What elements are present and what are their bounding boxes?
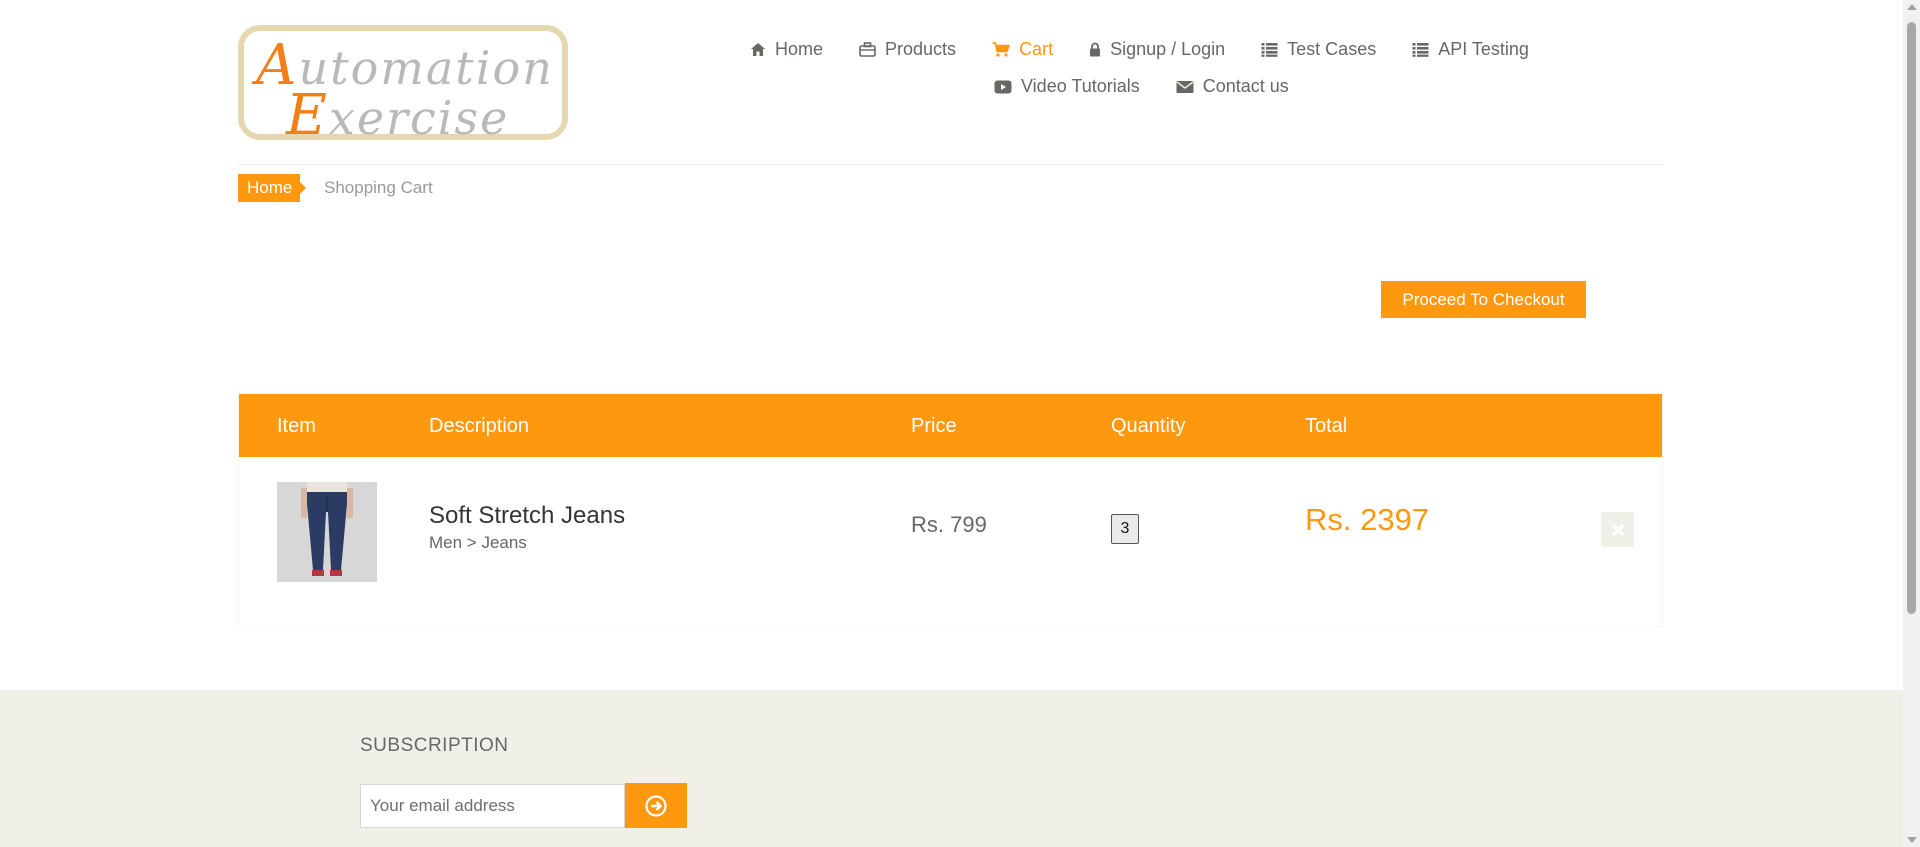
nav-contact-us-link[interactable]: Contact us [1176, 76, 1289, 97]
nav-api-testing-label: API Testing [1438, 39, 1529, 59]
close-icon [1611, 523, 1624, 536]
logo-cap-e: E [286, 83, 329, 148]
logo-line-2: Exercise [286, 83, 509, 148]
subscription-title: SUBSCRIPTION [360, 735, 509, 756]
list-icon [1261, 43, 1278, 57]
nav-api-testing-link[interactable]: API Testing [1412, 39, 1529, 60]
nav-home-label: Home [775, 39, 824, 59]
breadcrumb-home-link[interactable]: Home [238, 174, 307, 202]
proceed-to-checkout-button[interactable]: Proceed To Checkout [1381, 281, 1586, 318]
breadcrumb-current: Shopping Cart [324, 178, 433, 197]
page-scrollbar[interactable] [1903, 0, 1920, 847]
youtube-play-icon [994, 80, 1012, 93]
envelope-icon [1176, 80, 1194, 93]
header-description: Description [429, 415, 530, 437]
product-price: Rs. 799 [911, 512, 987, 537]
nav-home-link[interactable]: Home [750, 39, 823, 60]
nav-products-link[interactable]: Products [859, 39, 956, 60]
shopping-cart-icon [992, 42, 1011, 57]
site-logo[interactable]: Automation Exercise [238, 25, 568, 148]
nav-video-tutorials-label: Video Tutorials [1021, 76, 1140, 96]
cart-table-header: Item Description Price Quantity Total [239, 394, 1662, 457]
jeans-image-icon [277, 482, 377, 582]
scroll-up-arrow-icon[interactable] [1907, 4, 1917, 10]
list-icon [1412, 43, 1429, 57]
nav-video-tutorials-link[interactable]: Video Tutorials [994, 76, 1140, 97]
home-icon [751, 43, 765, 56]
nav-test-cases-label: Test Cases [1287, 39, 1377, 59]
cart-table: Item Description Price Quantity Total So… [238, 393, 1663, 627]
header-price: Price [911, 415, 957, 437]
nav-cart-label: Cart [1019, 39, 1054, 59]
scrollbar-thumb[interactable] [1907, 22, 1916, 614]
header-divider [238, 164, 1663, 165]
subscribe-button[interactable] [625, 783, 687, 828]
product-quantity[interactable]: 3 [1111, 514, 1139, 544]
lock-icon [1090, 42, 1101, 57]
product-category: Men > Jeans [429, 533, 527, 552]
nav-signup-login-label: Signup / Login [1110, 39, 1226, 59]
product-total: Rs. 2397 [1305, 502, 1430, 537]
delete-item-button[interactable] [1601, 512, 1634, 547]
main-nav-row-2: Video Tutorials Contact us [994, 76, 1325, 97]
nav-cart-link[interactable]: Cart [992, 39, 1053, 60]
nav-test-cases-link[interactable]: Test Cases [1261, 39, 1376, 60]
main-nav-row-1: Home Products Cart Signup / Login Test C… [750, 39, 1565, 60]
briefcase-icon [859, 42, 876, 57]
scroll-down-arrow-icon[interactable] [1907, 837, 1917, 843]
header-total: Total [1305, 415, 1348, 437]
arrow-circle-right-icon [645, 794, 667, 817]
logo-text-2: xercise [328, 91, 510, 145]
header-item: Item [277, 415, 316, 437]
header-quantity: Quantity [1111, 415, 1186, 437]
nav-contact-us-label: Contact us [1202, 76, 1289, 96]
footer-widget [0, 690, 1903, 847]
product-image[interactable] [277, 482, 377, 582]
subscription-email-input[interactable] [360, 784, 625, 828]
nav-signup-login-link[interactable]: Signup / Login [1089, 39, 1225, 60]
product-name-link[interactable]: Soft Stretch Jeans [429, 502, 625, 530]
nav-products-label: Products [885, 39, 957, 59]
